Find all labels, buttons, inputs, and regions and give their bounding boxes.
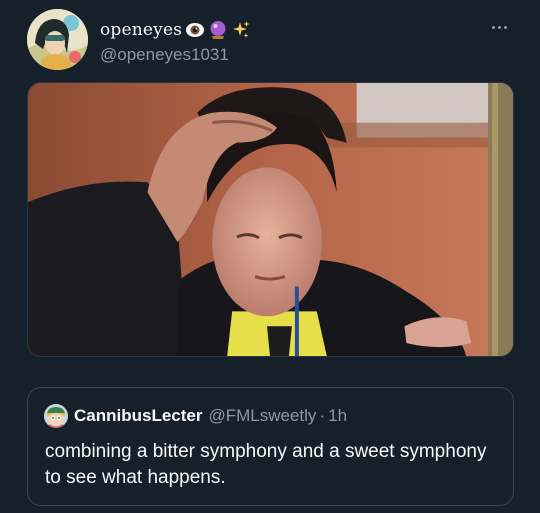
eye-icon <box>185 20 205 40</box>
quoted-tweet[interactable]: CannibusLecter @FMLsweetly · 1h combinin… <box>27 387 514 506</box>
sparkles-icon <box>231 20 251 40</box>
crystal-ball-icon <box>208 20 228 40</box>
more-dots-icon[interactable] <box>485 17 513 37</box>
tweet-media-photo[interactable] <box>27 82 514 357</box>
quoted-tweet-header: CannibusLecter @FMLsweetly · 1h <box>44 404 347 428</box>
dot <box>503 25 507 29</box>
quoted-timestamp[interactable]: 1h <box>328 406 347 426</box>
quoted-avatar[interactable] <box>44 404 68 428</box>
quoted-handle[interactable]: @FMLsweetly <box>208 406 316 426</box>
display-name-text: openeyes <box>100 20 183 40</box>
dot <box>491 25 495 29</box>
avatar[interactable] <box>27 9 88 70</box>
quoted-tweet-text: combining a bitter symphony and a sweet … <box>45 441 487 488</box>
separator-dot: · <box>319 406 326 425</box>
dot <box>497 25 501 29</box>
quoted-display-name[interactable]: CannibusLecter <box>74 406 202 426</box>
handle[interactable]: @openeyes1031 <box>100 45 229 65</box>
tweet-header: openeyes @openeyes1031 <box>27 9 513 73</box>
display-name[interactable]: openeyes <box>100 20 251 40</box>
